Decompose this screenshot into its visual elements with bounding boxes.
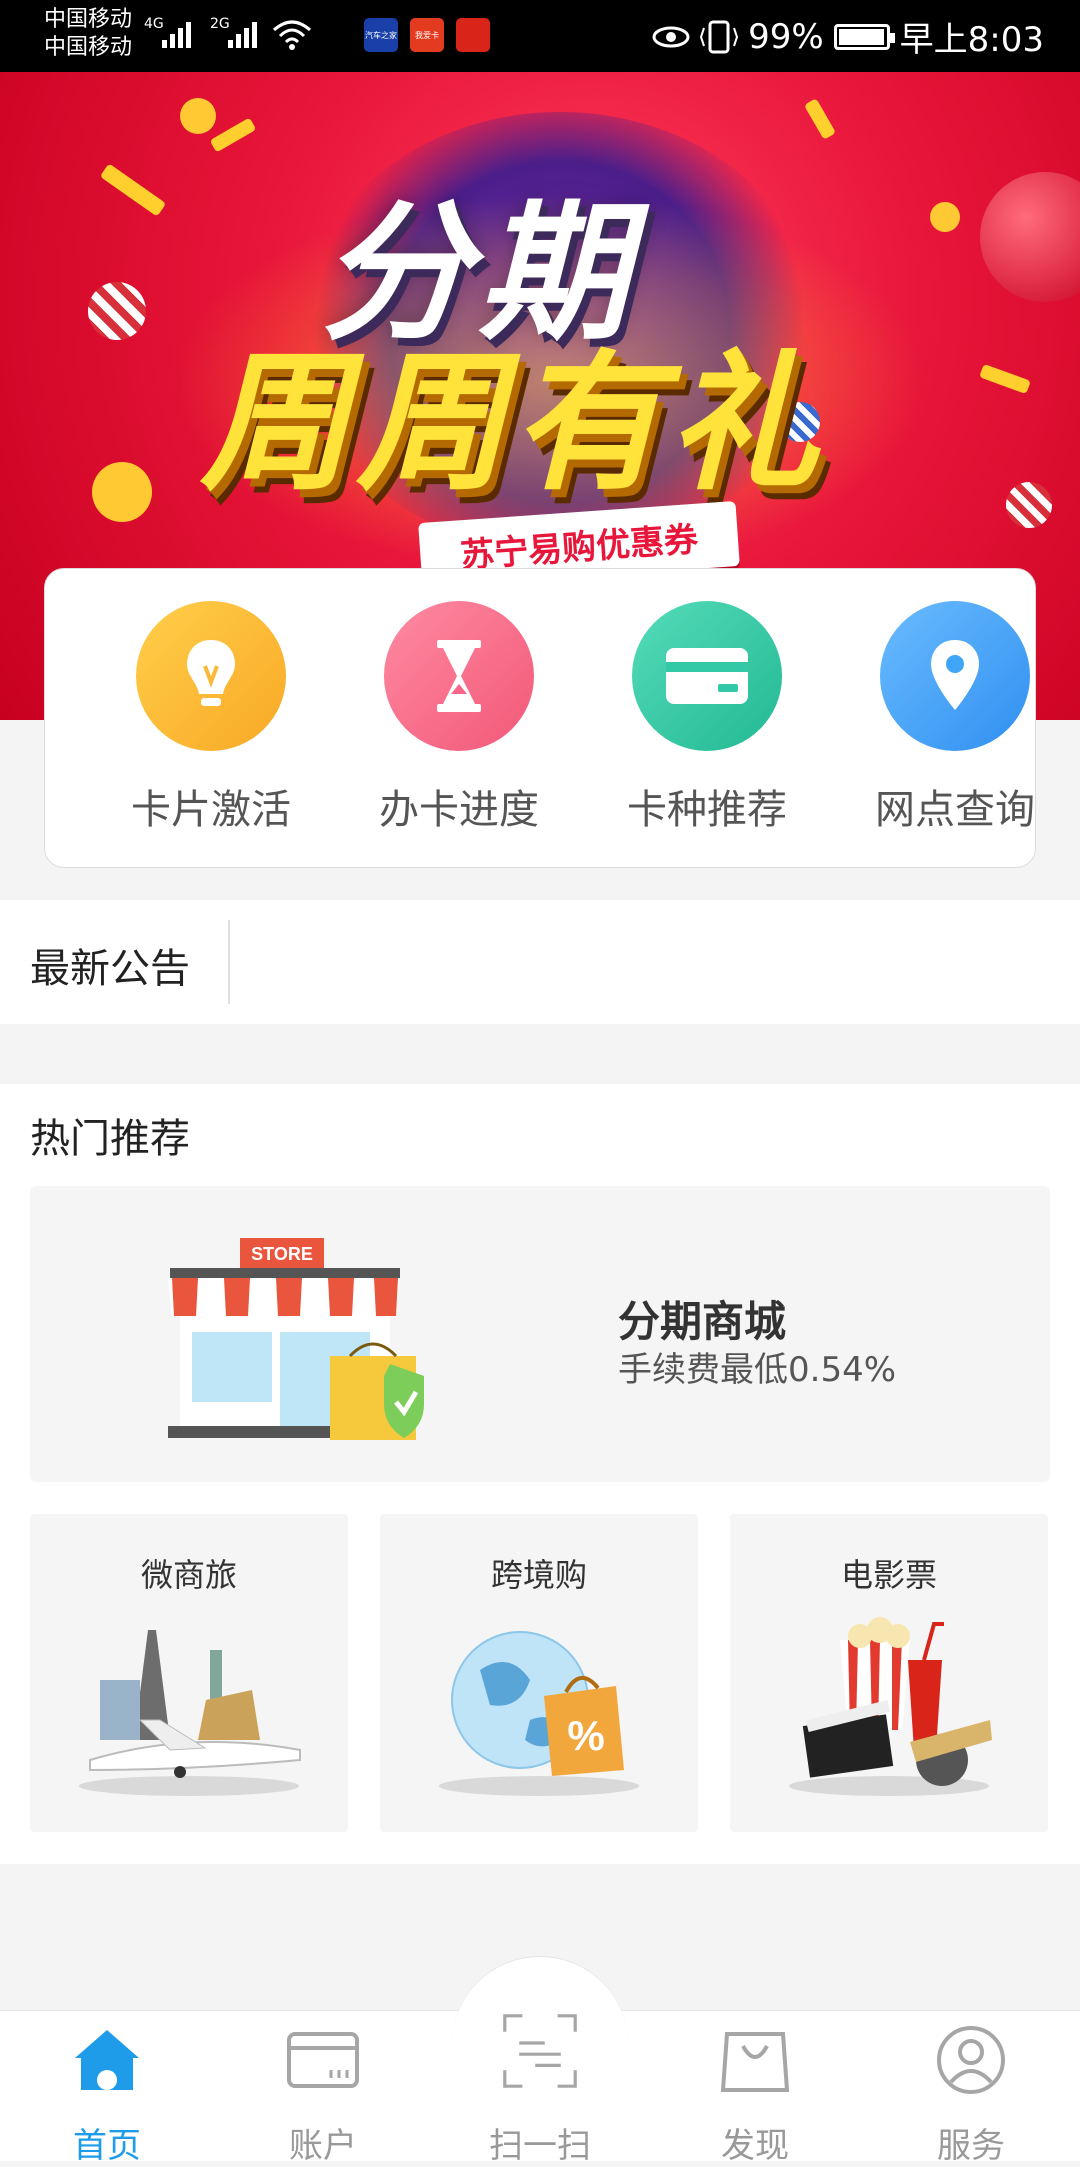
quick-action-application-progress[interactable]: 办卡进度 <box>359 601 559 835</box>
battery-fill <box>838 28 885 45</box>
card-icon <box>632 601 782 751</box>
tile-title: 微商旅 <box>140 1556 237 1594</box>
quick-action-label: 卡种推荐 <box>627 787 787 833</box>
store-illustration: STORE <box>168 1238 424 1440</box>
travel-tile[interactable]: 微商旅 <box>30 1514 348 1832</box>
mall-description: 手续费最低0.54% <box>618 1350 897 1390</box>
notification-app-icon: app <box>456 18 490 52</box>
quick-action-label: 网点查询 <box>875 787 1035 833</box>
carrier-labels: 中国移动 中国移动 <box>44 6 132 62</box>
decor-ball <box>980 172 1080 302</box>
status-right: 99% 早上8:03 <box>652 12 1044 61</box>
svg-text:%: % <box>567 1712 604 1759</box>
hourglass-icon <box>384 601 534 751</box>
nav-service[interactable]: 服务 <box>896 2020 1046 2167</box>
decor-coin <box>180 98 216 134</box>
quick-action-label: 办卡进度 <box>379 787 539 833</box>
scan-icon <box>500 2014 580 2100</box>
decor-confetti <box>99 163 167 217</box>
decor-ball <box>88 282 146 340</box>
mall-name: 分期商城 <box>618 1297 787 1346</box>
nav-discover[interactable]: 发现 <box>680 2020 830 2167</box>
movie-illustration <box>789 1617 992 1796</box>
decor-ball <box>1006 482 1052 528</box>
movie-ticket-tile[interactable]: 电影票 <box>730 1514 1048 1832</box>
section-title: 热门推荐 <box>30 1116 190 1162</box>
decor-confetti <box>209 117 257 153</box>
carrier-2: 中国移动 <box>44 35 133 60</box>
battery-percent: 99% <box>748 16 824 57</box>
network-type-2: 2G <box>210 16 230 32</box>
travel-illustration <box>79 1630 301 1796</box>
decor-confetti <box>979 363 1031 395</box>
clock: 早上8:03 <box>899 20 1044 60</box>
decor-coin <box>930 202 960 232</box>
quick-action-card-recommendation[interactable]: 卡种推荐 <box>607 601 807 835</box>
installment-mall-card[interactable]: STORE 分期商城 手续费最低0.54% <box>30 1186 1050 1482</box>
decor-coin <box>92 462 152 522</box>
location-pin-icon <box>880 601 1030 751</box>
notice-title: 最新公告 <box>30 946 190 992</box>
nav-home[interactable]: 首页 <box>32 2020 182 2167</box>
quick-action-label: 卡片激活 <box>131 787 291 833</box>
tile-title: 跨境购 <box>490 1556 587 1594</box>
battery-icon <box>833 23 895 50</box>
quick-actions-card: 卡片激活 办卡进度 卡种推荐 网点查询 <box>44 568 1036 868</box>
user-icon <box>931 2020 1011 2100</box>
hot-recommend-section: 热门推荐 STORE 分期商城 手续费最低0.54% 微商旅 跨境购 % 电影票 <box>0 1084 1080 1864</box>
vibrate-icon <box>700 20 739 53</box>
store-awning <box>168 1278 400 1316</box>
cross-border-illustration: % <box>439 1631 639 1796</box>
eye-comfort-icon <box>652 26 690 47</box>
autohome-app-icon: 汽车之家 <box>364 18 398 52</box>
notice-divider <box>228 920 230 1004</box>
network-type-1: 4G <box>144 16 164 32</box>
carrier-1: 中国移动 <box>44 7 133 32</box>
signal-icon <box>162 22 191 48</box>
status-bar: 中国移动 中国移动 4G 2G 汽车之家 我爱卡 app 99% 早上8:03 <box>0 0 1080 72</box>
home-icon <box>67 2020 147 2100</box>
lightbulb-icon <box>136 601 286 751</box>
nav-scan[interactable]: 扫一扫 <box>465 2014 615 2167</box>
quick-action-branch-finder[interactable]: 网点查询 <box>855 601 1055 835</box>
wifi-icon <box>273 20 311 50</box>
card-icon <box>283 2020 363 2100</box>
decor-confetti <box>803 98 837 140</box>
store-sign-text: STORE <box>251 1244 313 1264</box>
bag-icon <box>715 2020 795 2100</box>
cross-border-tile[interactable]: 跨境购 % <box>380 1514 698 1832</box>
signal-icon <box>228 22 257 48</box>
quick-action-card-activation[interactable]: 卡片激活 <box>111 601 311 835</box>
notice-bar[interactable]: 最新公告 <box>0 900 1080 1024</box>
banner-title-line2: 周周有礼 <box>200 337 825 511</box>
nav-account[interactable]: 账户 <box>248 2020 398 2167</box>
51credit-app-icon: 我爱卡 <box>410 18 444 52</box>
tile-title: 电影票 <box>840 1556 937 1594</box>
